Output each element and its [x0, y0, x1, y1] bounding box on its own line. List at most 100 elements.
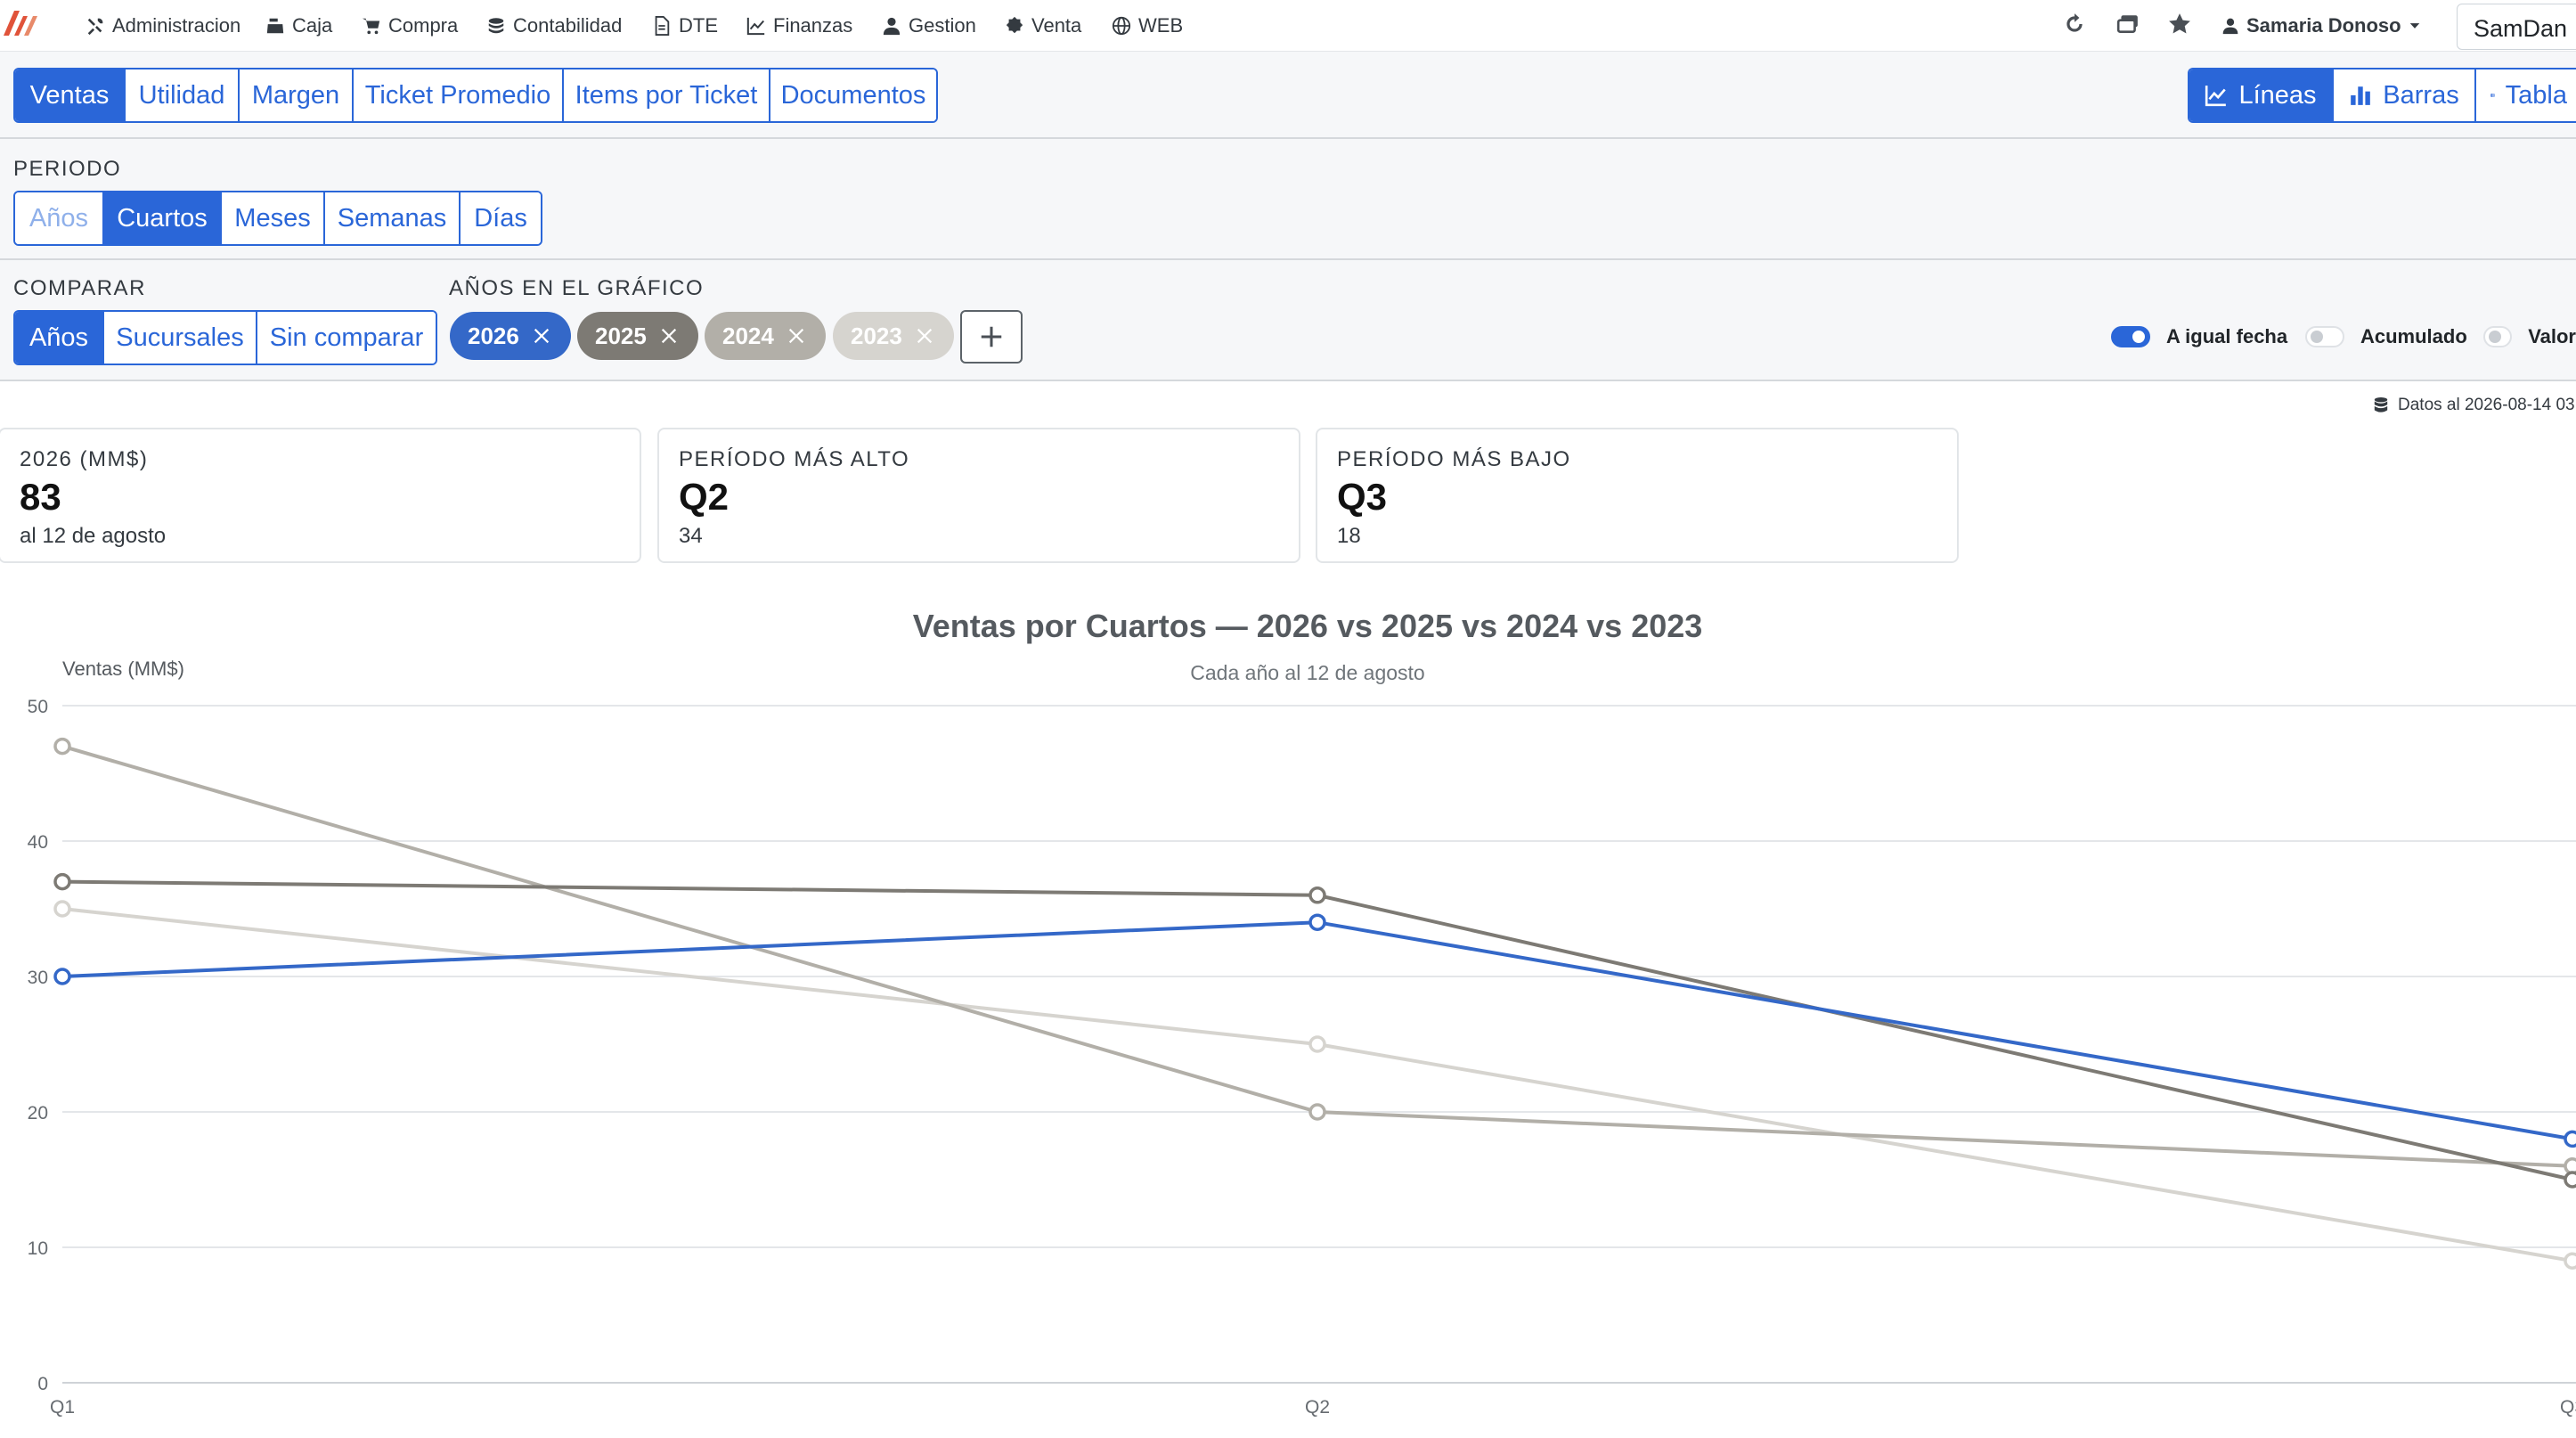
- tab-barras[interactable]: Barras: [2332, 69, 2474, 121]
- toggle-label: Acumulado: [2360, 325, 2467, 347]
- nav-item-label: Venta: [1031, 14, 1082, 37]
- chip-label: 2023: [851, 322, 902, 349]
- y-tick-label: 40: [28, 832, 48, 853]
- periodo-option-cuartos[interactable]: Cuartos: [102, 192, 220, 244]
- data-timestamp: Datos al 2026-08-14 03:: [2373, 396, 2576, 415]
- periodo-label: PERIODO: [13, 157, 122, 181]
- tab-lineas[interactable]: Líneas: [2189, 69, 2332, 121]
- comparar-option-sucursales[interactable]: Sucursales: [102, 312, 256, 364]
- y-tick-label: 0: [37, 1374, 48, 1394]
- year-chip-2023[interactable]: 2023: [833, 312, 954, 360]
- card-title: PERÍODO MÁS ALTO: [679, 447, 910, 471]
- y-axis-label: Ventas (MM$): [62, 658, 184, 680]
- data-point-2025: [1308, 886, 1326, 904]
- toggle-switch[interactable]: [2305, 326, 2344, 347]
- chip-label: 2025: [595, 322, 647, 349]
- nav-item-label: Gestion: [909, 14, 976, 37]
- tab-label: Líneas: [2238, 80, 2317, 110]
- tab-items-por-ticket[interactable]: Items por Ticket: [562, 69, 769, 121]
- nav-item-dte[interactable]: DTE: [652, 12, 718, 39]
- data-point-2026: [2564, 1130, 2576, 1148]
- close-icon[interactable]: [915, 326, 934, 346]
- close-icon[interactable]: [659, 326, 679, 346]
- favorites-button[interactable]: [2168, 12, 2193, 37]
- data-point-2024: [2564, 1157, 2576, 1175]
- toggle-label: A igual fecha: [2166, 325, 2288, 347]
- divider: [0, 137, 2576, 139]
- toggle-acumulado[interactable]: Acumulado: [2305, 324, 2467, 349]
- bar-chart-icon: [2351, 86, 2371, 105]
- nav-item-label: Contabilidad: [513, 14, 623, 37]
- nav-item-caja[interactable]: Caja: [265, 12, 332, 39]
- data-point-2026: [1308, 913, 1326, 931]
- panel-bottom-border: [0, 380, 2576, 381]
- nav-item-finanzas[interactable]: Finanzas: [746, 12, 852, 39]
- tab-ventas[interactable]: Ventas: [15, 69, 124, 121]
- tab-documentos[interactable]: Documentos: [769, 69, 936, 121]
- year-chip-2025[interactable]: 2025: [577, 312, 698, 360]
- tab-label: Barras: [2383, 80, 2459, 110]
- company-selector[interactable]: SamDan: [2457, 4, 2576, 50]
- periodo-option-anos[interactable]: Años: [15, 192, 102, 244]
- x-tick-label: Q1: [50, 1397, 75, 1418]
- data-point-2025: [2564, 1171, 2576, 1189]
- data-point-2026: [53, 968, 71, 985]
- gear-badge-icon: [1006, 16, 1023, 34]
- nav-item-web[interactable]: WEB: [1112, 12, 1183, 39]
- close-icon[interactable]: [787, 326, 806, 346]
- nav-item-venta[interactable]: Venta: [1005, 12, 1081, 39]
- nav-item-administracion[interactable]: Administracion: [86, 12, 240, 39]
- caret-down-icon: [2409, 23, 2419, 29]
- stat-card-lowest: PERÍODO MÁS BAJO Q3 18: [1316, 428, 1959, 563]
- periodo-option-meses[interactable]: Meses: [220, 192, 323, 244]
- stat-card-highest: PERÍODO MÁS ALTO Q2 34: [657, 428, 1300, 563]
- user-menu[interactable]: Samaria Donoso: [2221, 12, 2421, 39]
- comparar-option-sin-comparar[interactable]: Sin comparar: [256, 312, 436, 364]
- globe-icon: [1112, 16, 1131, 36]
- add-year-button[interactable]: [960, 310, 1023, 364]
- data-point-2025: [53, 872, 71, 891]
- refresh-button[interactable]: [2063, 12, 2088, 37]
- tab-tabla[interactable]: Tabla: [2474, 69, 2576, 121]
- cards-button[interactable]: [2116, 12, 2141, 37]
- person-icon: [883, 17, 901, 36]
- periodo-option-dias[interactable]: Días: [459, 192, 541, 244]
- tab-margen[interactable]: Margen: [238, 69, 352, 121]
- cash-register-icon: [266, 18, 284, 34]
- close-icon[interactable]: [532, 326, 551, 346]
- nav-item-label: DTE: [679, 14, 718, 37]
- card-value: Q2: [679, 476, 730, 518]
- toggle-switch[interactable]: [2483, 326, 2513, 347]
- nav-item-gestion[interactable]: Gestion: [882, 12, 976, 39]
- data-point-2023: [53, 900, 71, 918]
- periodo-selector: Años Cuartos Meses Semanas Días: [13, 191, 542, 246]
- chart-line-icon: [746, 17, 765, 36]
- tab-ticket-promedio[interactable]: Ticket Promedio: [352, 69, 562, 121]
- comparar-option-anos[interactable]: Años: [15, 312, 102, 364]
- toggle-label: Valor: [2528, 325, 2576, 347]
- tab-utilidad[interactable]: Utilidad: [124, 69, 238, 121]
- toggle-valor[interactable]: Valor: [2483, 324, 2576, 349]
- chart-line-icon: [2205, 86, 2227, 107]
- toggle-switch[interactable]: [2111, 326, 2150, 347]
- toggle-igual-fecha[interactable]: A igual fecha: [2111, 324, 2287, 349]
- y-tick-label: 50: [28, 697, 48, 717]
- nav-item-compra[interactable]: Compra: [362, 12, 458, 39]
- card-value: Q3: [1337, 476, 1388, 518]
- cart-icon: [362, 18, 380, 35]
- plus-icon: [981, 326, 1002, 347]
- timestamp-text: Datos al 2026-08-14 03:: [2398, 396, 2576, 414]
- tab-label: Tabla: [2505, 80, 2567, 110]
- card-subtitle: 18: [1337, 524, 1361, 548]
- nav-item-contabilidad[interactable]: Contabilidad: [486, 12, 622, 39]
- sales-line-chart: Ventas (MM$) 0 10 20 30 40 50 Q1 Q2 Q3: [28, 658, 2576, 1418]
- top-navbar: Administracion Caja Compra Contabilidad …: [0, 0, 2576, 52]
- periodo-option-semanas[interactable]: Semanas: [323, 192, 459, 244]
- year-chip-2026[interactable]: 2026: [450, 312, 571, 360]
- card-title: 2026 (MM$): [20, 447, 149, 471]
- data-point-2023: [2564, 1252, 2576, 1270]
- document-icon: [655, 16, 670, 36]
- app-logo[interactable]: [2, 4, 39, 39]
- year-chip-2024[interactable]: 2024: [705, 312, 826, 360]
- y-tick-label: 20: [28, 1103, 48, 1123]
